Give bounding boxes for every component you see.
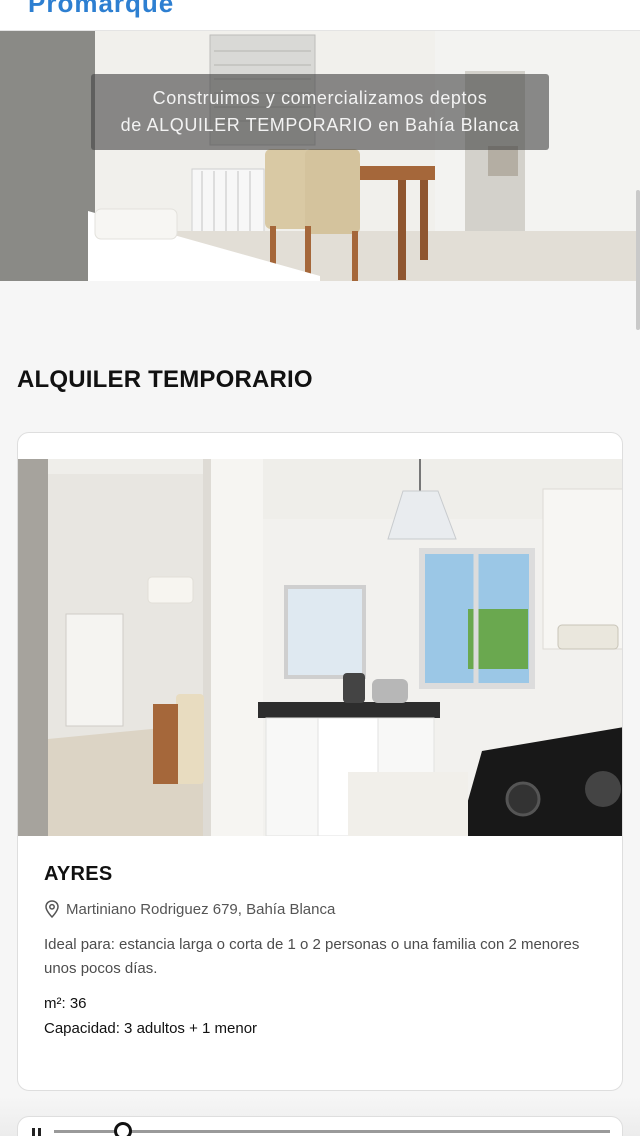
- brand-logo-text[interactable]: Promarque: [28, 0, 174, 19]
- listing-description: Ideal para: estancia larga o corta de 1 …: [44, 936, 580, 977]
- listing-photo[interactable]: [18, 459, 622, 836]
- hero-caption: Construimos y comercializamos deptos de …: [91, 74, 549, 150]
- listing-card[interactable]: AYRES Martiniano Rodriguez 679, Bahía Bl…: [17, 432, 623, 1091]
- video-progress-track[interactable]: [54, 1121, 610, 1136]
- pause-icon[interactable]: [30, 1124, 44, 1136]
- hero-caption-line-2: de ALQUILER TEMPORARIO en Bahía Blanca: [120, 115, 520, 135]
- listing-address-text: Martiniano Rodriguez 679, Bahía Blanca: [66, 900, 336, 918]
- video-progress-knob[interactable]: [114, 1121, 132, 1136]
- page-scrollbar[interactable]: [636, 190, 640, 330]
- site-header: Promarque: [0, 0, 640, 31]
- listing-photo-image: [18, 459, 622, 836]
- hero-caption-line-1: Construimos y comercializamos deptos: [152, 88, 488, 108]
- map-pin-icon: [45, 900, 59, 918]
- hero-banner: Construimos y comercializamos deptos de …: [0, 31, 640, 281]
- hero-photo: [0, 31, 640, 281]
- video-controls-partial: [30, 1121, 610, 1136]
- listing-address: Martiniano Rodriguez 679, Bahía Blanca: [44, 900, 335, 918]
- listing-capacity: Capacidad: 3 adultos + 1 menor: [44, 1020, 258, 1037]
- section-title: ALQUILER TEMPORARIO: [17, 366, 313, 393]
- listing-name[interactable]: AYRES: [44, 863, 113, 886]
- listing-area: m²: 36: [44, 995, 87, 1012]
